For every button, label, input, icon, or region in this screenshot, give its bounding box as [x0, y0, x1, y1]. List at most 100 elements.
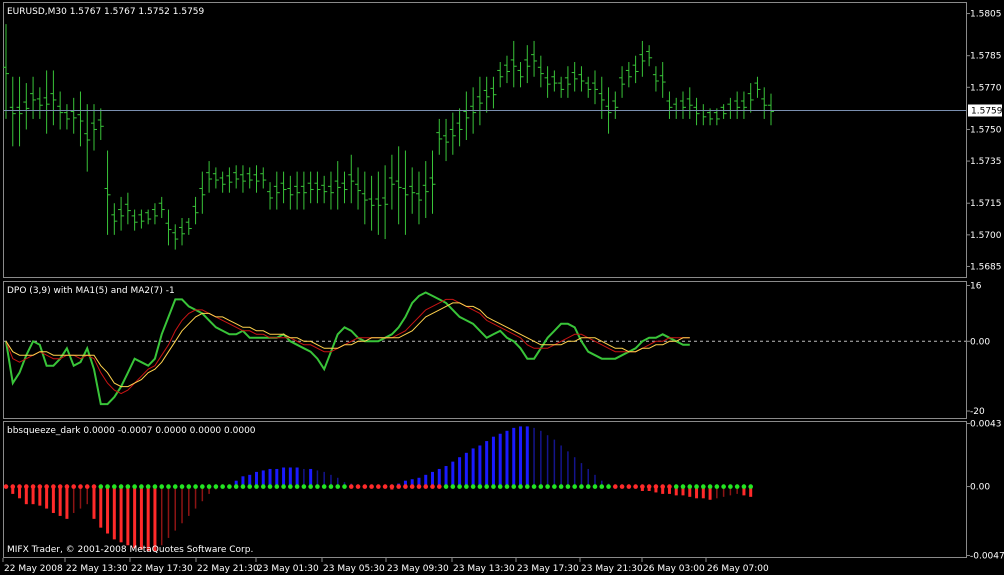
- squeeze-dot: [741, 484, 747, 489]
- squeeze-dot: [504, 484, 510, 489]
- squeeze-dot: [37, 484, 43, 489]
- squeeze-dot: [254, 484, 259, 489]
- squeeze-dot: [572, 484, 577, 489]
- squeeze-dot: [430, 484, 435, 489]
- squeeze-dot: [125, 484, 131, 489]
- squeeze-dot: [552, 484, 557, 489]
- squeeze-dot: [376, 484, 381, 489]
- squeeze-dot: [728, 484, 733, 489]
- squeeze-dot: [233, 484, 239, 489]
- x-axis-tick-label: 23 May 13:30: [453, 564, 515, 574]
- dpo-panel-title: DPO (3,9) with MA1(5) and MA2(7) -1: [7, 286, 175, 296]
- x-axis-tick-label: 23 May 21:30: [581, 564, 643, 574]
- squeeze-dot: [613, 484, 618, 489]
- squeeze-dot: [464, 484, 469, 489]
- squeeze-dot: [585, 484, 591, 489]
- x-axis-tick-label: 23 May 09:30: [387, 564, 449, 574]
- squeeze-dot: [640, 484, 645, 489]
- squeeze-dot: [3, 484, 9, 489]
- squeeze-dot: [653, 484, 659, 489]
- squeeze-dot: [606, 484, 611, 489]
- squeeze-y-tick-label: 0.0043: [970, 419, 1002, 429]
- squeeze-dot: [159, 484, 165, 489]
- squeeze-dot: [619, 484, 625, 489]
- squeeze-dot: [132, 484, 137, 489]
- price-y-tick-label: 1.5750: [970, 125, 1002, 135]
- squeeze-dot: [267, 484, 273, 489]
- squeeze-dot: [315, 484, 320, 489]
- squeeze-dot: [57, 484, 63, 489]
- squeeze-dot: [382, 484, 388, 489]
- squeeze-dot: [64, 484, 70, 489]
- squeeze-dot: [145, 484, 151, 489]
- squeeze-dot: [220, 484, 225, 489]
- squeeze-dot: [213, 484, 219, 489]
- squeeze-dot: [355, 484, 361, 489]
- squeeze-dot: [78, 484, 83, 489]
- squeeze-dot: [179, 484, 185, 489]
- squeeze-dot: [389, 484, 395, 489]
- squeeze-dot: [44, 484, 49, 489]
- squeeze-dot: [206, 484, 212, 489]
- squeeze-dot: [294, 484, 300, 489]
- squeeze-dot: [17, 484, 22, 489]
- squeeze-dot: [51, 484, 56, 489]
- squeeze-dot: [599, 484, 605, 489]
- squeeze-dot: [288, 484, 293, 489]
- squeeze-dot: [396, 484, 401, 489]
- squeeze-dot: [497, 484, 503, 489]
- squeeze-dot: [274, 484, 280, 489]
- squeeze-dot: [335, 484, 341, 489]
- squeeze-dot: [518, 484, 523, 489]
- squeeze-dot: [545, 484, 550, 489]
- price-y-tick-label: 1.5685: [970, 262, 1002, 272]
- x-axis-tick-label: 22 May 17:30: [131, 564, 193, 574]
- squeeze-dot: [701, 484, 706, 489]
- squeeze-dot: [321, 484, 327, 489]
- squeeze-dot: [511, 484, 517, 489]
- squeeze-dot: [436, 484, 442, 489]
- squeeze-dot: [714, 484, 720, 489]
- squeeze-dot: [342, 484, 347, 489]
- x-axis-tick-label: 26 May 03:00: [643, 564, 705, 574]
- squeeze-dot: [30, 484, 36, 489]
- squeeze-dot: [91, 484, 97, 489]
- squeeze-dot: [694, 484, 699, 489]
- squeeze-dot: [673, 484, 679, 489]
- x-axis-tick-label: 22 May 13:30: [66, 564, 128, 574]
- squeeze-dot: [348, 484, 354, 489]
- squeeze-dot: [227, 484, 232, 489]
- squeeze-dot: [152, 484, 158, 489]
- squeeze-dot: [71, 484, 76, 489]
- dpo-y-tick-label: 0.00: [970, 337, 990, 347]
- squeeze-dot: [633, 484, 638, 489]
- squeeze-dot: [579, 484, 584, 489]
- squeeze-dot: [403, 484, 408, 489]
- squeeze-dot: [247, 484, 253, 489]
- squeeze-dot: [84, 484, 90, 489]
- squeeze-dot: [626, 484, 632, 489]
- squeeze-dot: [10, 484, 16, 489]
- squeeze-dot: [721, 484, 726, 489]
- price-y-tick-label: 1.5735: [970, 157, 1002, 167]
- squeeze-dot: [538, 484, 544, 489]
- squeeze-dot: [369, 484, 374, 489]
- squeeze-dot: [565, 484, 571, 489]
- squeeze-y-tick-label: -0.0047: [970, 552, 1004, 562]
- price-y-tick-label: 1.5785: [970, 52, 1002, 62]
- chart-canvas[interactable]: 1.5805 1.5785 1.5770 1.5750 1.5735 1.5715 1.57…: [0, 0, 1004, 575]
- squeeze-dot: [24, 484, 29, 489]
- squeeze-dot: [524, 484, 530, 489]
- squeeze-dot: [139, 484, 144, 489]
- squeeze-dot: [470, 484, 476, 489]
- squeeze-dot: [531, 484, 537, 489]
- x-axis-tick-label: 26 May 07:00: [707, 564, 769, 574]
- dpo-y-tick-label: -20: [970, 407, 985, 417]
- current-price-label: 1.5759: [971, 106, 1003, 116]
- x-axis-tick-label: 22 May 21:30: [197, 564, 259, 574]
- squeeze-panel-title: bbsqueeze_dark 0.0000 -0.0007 0.0000 0.0…: [7, 426, 256, 436]
- squeeze-dot: [592, 484, 598, 489]
- squeeze-dot: [477, 484, 483, 489]
- squeeze-dot: [443, 484, 449, 489]
- squeeze-dot: [98, 484, 104, 489]
